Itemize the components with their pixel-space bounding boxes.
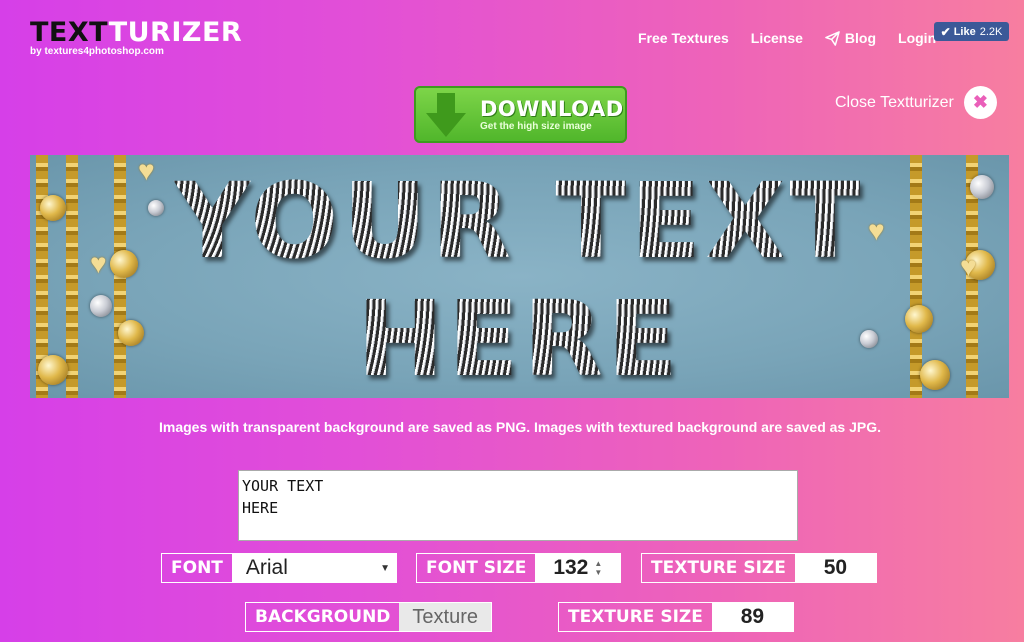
nav-blog[interactable]: Blog bbox=[825, 30, 876, 46]
preview-text-line-2: HERE bbox=[30, 283, 1009, 395]
nav-login[interactable]: Login bbox=[898, 30, 936, 46]
texture-size-value: 89 bbox=[740, 605, 765, 628]
font-control: FONT Arial ▼ bbox=[161, 553, 397, 583]
font-value: Arial bbox=[245, 556, 288, 579]
paper-plane-icon bbox=[825, 30, 840, 46]
nav-free-textures[interactable]: Free Textures bbox=[638, 30, 729, 46]
font-size-input[interactable]: 132 ▲ ▼ bbox=[535, 554, 620, 582]
download-title: DOWNLOAD bbox=[480, 97, 624, 121]
logo-title-light: TURIZER bbox=[108, 17, 243, 48]
checkmark-icon: ✔ bbox=[940, 24, 951, 39]
nav-label: Free Textures bbox=[638, 30, 729, 46]
close-label: Close Textturizer bbox=[835, 93, 954, 111]
font-size-value: 132 bbox=[553, 556, 589, 579]
font-select[interactable]: Arial ▼ bbox=[231, 554, 396, 582]
texture-size-control-1: TEXTURE SIZE 50 bbox=[641, 553, 877, 583]
close-textturizer[interactable]: Close Textturizer ✖ bbox=[835, 86, 997, 119]
download-button[interactable]: DOWNLOAD Get the high size image bbox=[414, 86, 627, 143]
text-preview-image: ♥ ♥ ♥ ♥ YOUR TEXT HERE bbox=[30, 155, 1009, 398]
font-label: FONT bbox=[171, 558, 223, 578]
background-select[interactable]: Texture bbox=[399, 603, 491, 631]
like-count: 2.2K bbox=[979, 25, 1003, 38]
texture-size-input[interactable]: 89 bbox=[711, 603, 793, 631]
background-value: Texture bbox=[412, 605, 478, 628]
logo[interactable]: TEXTTURIZER by textures4photoshop.com bbox=[30, 18, 242, 58]
texture-size-label: TEXTURE SIZE bbox=[651, 558, 786, 578]
spinner-arrows-icon[interactable]: ▲ ▼ bbox=[594, 559, 602, 577]
preview-text-line-1: YOUR TEXT bbox=[30, 165, 1009, 277]
top-nav: Free Textures License Blog Login bbox=[638, 30, 958, 46]
font-size-control: FONT SIZE 132 ▲ ▼ bbox=[416, 553, 621, 583]
download-arrow-icon bbox=[426, 92, 466, 137]
nav-label: Login bbox=[898, 30, 937, 46]
close-icon[interactable]: ✖ bbox=[963, 86, 997, 119]
texture-size-input[interactable]: 50 bbox=[794, 554, 876, 582]
like-label: Like bbox=[953, 25, 976, 38]
facebook-like-button[interactable]: ✔ Like 2.2K bbox=[934, 22, 1009, 41]
background-label: BACKGROUND bbox=[255, 607, 391, 627]
texture-size-control-2: TEXTURE SIZE 89 bbox=[558, 602, 794, 632]
texture-size-value: 50 bbox=[823, 556, 848, 579]
font-size-label: FONT SIZE bbox=[426, 558, 527, 578]
nav-label: License bbox=[750, 30, 803, 46]
texture-size-label: TEXTURE SIZE bbox=[568, 607, 703, 627]
download-subtitle: Get the high size image bbox=[480, 121, 592, 132]
save-format-notice: Images with transparent background are s… bbox=[158, 419, 882, 435]
text-input[interactable]: YOUR TEXT HERE bbox=[238, 470, 798, 541]
logo-title: TEXTTURIZER bbox=[30, 18, 242, 48]
logo-title-dark: TEXT bbox=[30, 17, 109, 48]
nav-label: Blog bbox=[844, 30, 877, 46]
nav-license[interactable]: License bbox=[751, 30, 803, 46]
background-control: BACKGROUND Texture bbox=[245, 602, 492, 632]
chevron-down-icon: ▼ bbox=[380, 562, 390, 574]
